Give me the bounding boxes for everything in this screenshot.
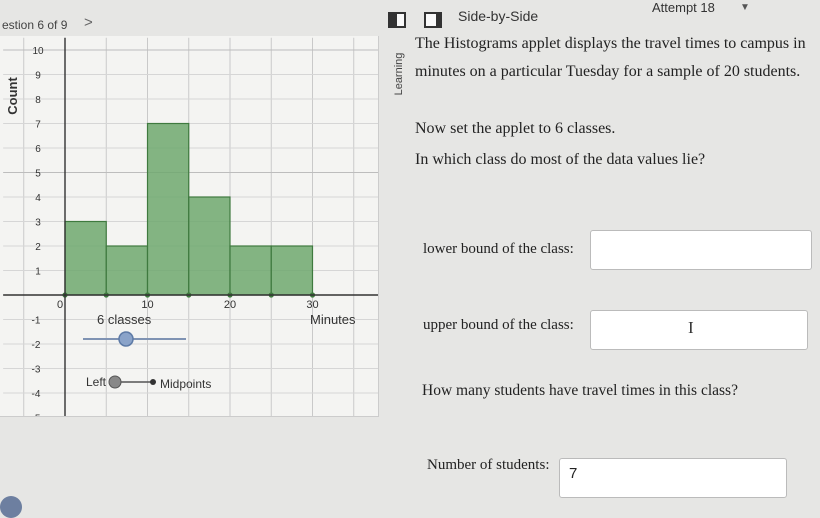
y-tick-label: -4 bbox=[32, 389, 41, 400]
y-tick-label: -1 bbox=[32, 316, 41, 327]
y-tick-label: 9 bbox=[35, 71, 41, 82]
slider-handle[interactable] bbox=[118, 331, 134, 347]
count-label: Number of students: bbox=[427, 457, 550, 473]
y-tick-label: 1 bbox=[35, 267, 41, 278]
count-input[interactable]: 7 bbox=[559, 458, 787, 498]
y-tick-label: 7 bbox=[35, 120, 41, 131]
y-tick-label: 3 bbox=[35, 218, 41, 229]
attempt-label: Attempt 18 bbox=[652, 0, 715, 15]
learning-tab[interactable]: Learning bbox=[388, 44, 410, 110]
layout-side-by-side-icon[interactable] bbox=[424, 12, 442, 28]
x-tick-label: 10 bbox=[141, 299, 153, 311]
count-prompt: How many students have travel times in t… bbox=[422, 382, 738, 399]
x-axis-label: Minutes bbox=[310, 312, 356, 327]
question-intro: The Histograms applet displays the trave… bbox=[415, 35, 806, 80]
question-counter: estion 6 of 9 bbox=[2, 18, 68, 32]
text-cursor-icon: I bbox=[688, 318, 694, 337]
x-tick-label: 30 bbox=[306, 299, 318, 311]
histogram-bar bbox=[105, 245, 149, 296]
lower-bound-label: lower bound of the class: bbox=[423, 241, 574, 257]
view-mode-label: Side-by-Side bbox=[458, 8, 539, 24]
y-axis-label: Count bbox=[5, 77, 20, 115]
y-tick-label: -5 bbox=[32, 414, 41, 417]
y-tick-label: 6 bbox=[35, 144, 41, 155]
histogram-bar bbox=[270, 245, 314, 296]
histogram-bar bbox=[146, 122, 190, 296]
question-instruction: Now set the applet to 6 classes. bbox=[415, 120, 616, 137]
x-tick-label-zero: 0 bbox=[57, 299, 63, 311]
question-prompt: In which class do most of the data value… bbox=[415, 151, 706, 168]
x-tick-label: 20 bbox=[224, 299, 236, 311]
histogram-applet: 102030400-5-4-3-2-112345678910 Minutes C… bbox=[0, 36, 379, 417]
layout-single-icon[interactable] bbox=[388, 12, 406, 28]
histogram-bars bbox=[62, 122, 316, 298]
slider-label: 6 classes bbox=[97, 312, 152, 327]
toggle-right-radio[interactable] bbox=[150, 379, 156, 385]
attempt-dropdown-caret-icon[interactable]: ▼ bbox=[740, 2, 750, 13]
y-tick-label: 4 bbox=[35, 193, 41, 204]
y-tick-label: 10 bbox=[32, 46, 44, 57]
help-badge-icon[interactable] bbox=[0, 496, 22, 518]
histogram-bar bbox=[64, 220, 107, 296]
learning-tab-label: Learning bbox=[393, 52, 405, 96]
y-tick-label: -2 bbox=[32, 340, 41, 351]
upper-bound-label: upper bound of the class: bbox=[423, 317, 574, 333]
histogram-chart: 102030400-5-4-3-2-112345678910 Minutes C… bbox=[3, 37, 378, 417]
upper-bound-input[interactable] bbox=[590, 310, 808, 350]
y-tick-label: -3 bbox=[32, 365, 41, 376]
toggle-left-radio[interactable] bbox=[108, 375, 122, 389]
lower-bound-input[interactable] bbox=[590, 230, 812, 270]
next-question-chevron-icon[interactable]: > bbox=[84, 14, 93, 31]
y-tick-label: 8 bbox=[35, 95, 41, 106]
y-tick-label: 2 bbox=[35, 242, 41, 253]
y-tick-label: 5 bbox=[35, 169, 41, 180]
toggle-left-label: Left bbox=[86, 375, 107, 389]
histogram-bar bbox=[188, 196, 231, 296]
toggle-right-label: Midpoints bbox=[160, 377, 211, 391]
histogram-bar bbox=[229, 245, 272, 296]
